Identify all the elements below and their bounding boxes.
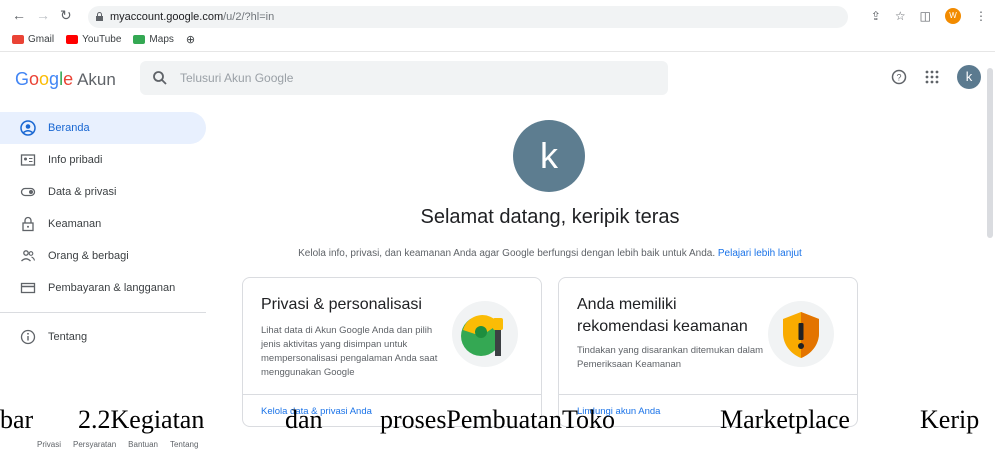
bookmark-youtube[interactable]: YouTube	[66, 34, 121, 45]
caption-word: bar	[0, 405, 34, 434]
lock-icon	[22, 216, 34, 232]
menu-icon[interactable]: ⋮	[975, 9, 987, 23]
caption-word: dan	[285, 405, 323, 434]
credit-card-icon	[20, 282, 36, 294]
sidebar-item-beranda[interactable]: Beranda	[0, 112, 206, 144]
sidepanel-icon[interactable]: ◫	[920, 9, 931, 23]
card-divider	[559, 394, 857, 395]
url-host: myaccount.google.com	[110, 11, 224, 23]
card-title: Anda memiliki rekomendasi keamanan	[577, 296, 748, 335]
footer-links: Privasi Persyaratan Bantuan Tentang	[37, 440, 198, 449]
scrollbar[interactable]	[987, 68, 993, 238]
url-path: /u/2/?hl=in	[223, 11, 275, 23]
globe-icon: ⊕	[185, 34, 196, 46]
card-body: Lihat data di Akun Google Anda dan pilih…	[261, 325, 438, 378]
welcome-subtitle: Kelola info, privasi, dan keamanan Anda …	[215, 248, 885, 259]
account-avatar[interactable]: k	[957, 65, 981, 89]
logo-akun-text: Akun	[77, 70, 116, 89]
footer-link-persyaratan[interactable]: Persyaratan	[73, 440, 116, 449]
address-bar[interactable]: myaccount.google.com/u/2/?hl=in	[88, 6, 848, 28]
sidebar-item-label: Orang & berbagi	[48, 250, 129, 262]
people-icon	[21, 250, 36, 262]
sidebar-nav: Beranda Info pribadi Data & privasi Keam…	[0, 112, 215, 353]
card-title: Privasi & personalisasi	[261, 296, 422, 313]
forward-icon[interactable]: →	[36, 7, 50, 23]
caption-word: 2.2Kegiatan	[78, 405, 205, 434]
lock-icon	[96, 12, 103, 21]
bookmarks-bar: Gmail YouTube Maps ⊕	[12, 33, 195, 46]
account-circle-icon	[20, 120, 36, 136]
id-card-icon	[20, 154, 36, 166]
learn-more-link[interactable]: Pelajari lebih lanjut	[718, 248, 802, 259]
profile-avatar-large[interactable]: k	[513, 120, 585, 192]
toggle-icon	[20, 187, 36, 197]
caption-word: Kerip	[920, 405, 980, 434]
subtitle-text: Kelola info, privasi, dan keamanan Anda …	[298, 248, 716, 259]
sidebar-item-label: Tentang	[48, 331, 88, 343]
security-shield-icon	[768, 301, 834, 367]
search-input[interactable]	[180, 69, 650, 87]
youtube-icon	[66, 35, 79, 44]
caption-word: prosesPembuatanToko	[380, 405, 616, 434]
footer-link-tentang[interactable]: Tentang	[170, 440, 198, 449]
share-icon[interactable]: ⇪	[871, 9, 881, 23]
sidebar-item-label: Keamanan	[48, 218, 102, 230]
svg-text:?: ?	[896, 73, 901, 83]
welcome-heading: Selamat datang, keripik teras	[420, 206, 680, 228]
back-icon[interactable]: ←	[12, 7, 26, 23]
reload-icon[interactable]: ↻	[60, 7, 72, 24]
sidebar-item-pembayaran[interactable]: Pembayaran & langganan	[0, 272, 215, 304]
bookmark-maps[interactable]: Maps	[133, 34, 174, 45]
sidebar-item-label: Data & privasi	[48, 186, 117, 198]
sidebar-item-label: Beranda	[48, 122, 90, 134]
bookmark-globe[interactable]: ⊕	[186, 33, 195, 46]
card-divider	[243, 394, 541, 395]
info-icon	[20, 329, 36, 345]
caption-word: Marketplace	[720, 405, 850, 434]
sidebar-item-label: Info pribadi	[48, 154, 103, 166]
app-header: GoogleAkun ? k	[0, 53, 995, 103]
search-icon	[153, 71, 167, 85]
sidebar-item-orang-berbagi[interactable]: Orang & berbagi	[0, 240, 215, 272]
footer-link-bantuan[interactable]: Bantuan	[128, 440, 158, 449]
sidebar-item-tentang[interactable]: Tentang	[0, 321, 215, 353]
sidebar-item-keamanan[interactable]: Keamanan	[0, 208, 215, 240]
google-account-logo[interactable]: Google Akun	[15, 69, 116, 90]
help-icon[interactable]: ?	[891, 69, 907, 85]
main-content: k Selamat datang, keripik teras Kelola i…	[215, 112, 995, 452]
privacy-illustration-icon	[452, 301, 518, 367]
apps-grid-icon[interactable]	[925, 70, 939, 84]
sidebar-divider	[0, 312, 206, 313]
bookmark-gmail[interactable]: Gmail	[12, 34, 54, 45]
footer-link-privasi[interactable]: Privasi	[37, 440, 61, 449]
maps-icon	[133, 35, 146, 44]
profile-badge[interactable]: W	[945, 8, 961, 24]
sidebar-item-data-privasi[interactable]: Data & privasi	[0, 176, 215, 208]
sidebar-item-info-pribadi[interactable]: Info pribadi	[0, 144, 215, 176]
search-bar[interactable]	[140, 61, 668, 95]
star-icon[interactable]: ☆	[895, 9, 906, 23]
gmail-icon	[12, 35, 24, 44]
sidebar-item-label: Pembayaran & langganan	[48, 282, 176, 294]
document-caption: bar 2.2Kegiatan dan prosesPembuatanToko …	[0, 405, 995, 441]
browser-toolbar: ← → ↻ myaccount.google.com/u/2/?hl=in ⇪ …	[0, 0, 995, 52]
card-body: Tindakan yang disarankan ditemukan dalam…	[577, 345, 764, 370]
